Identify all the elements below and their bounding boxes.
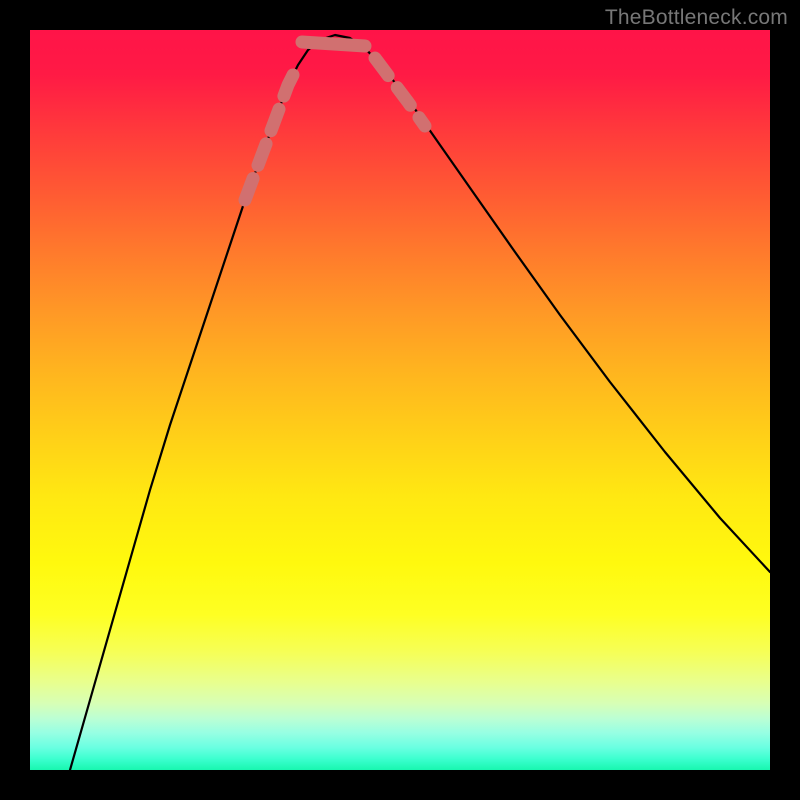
series-highlight-bottom xyxy=(302,42,365,46)
series-bottleneck-curve xyxy=(70,35,770,770)
watermark-text: TheBottleneck.com xyxy=(605,6,788,30)
series-highlight-right xyxy=(375,58,425,126)
plot-area xyxy=(30,30,770,770)
series-highlight-left xyxy=(245,65,298,200)
curve-layer xyxy=(30,30,770,770)
chart-frame: TheBottleneck.com xyxy=(0,0,800,800)
